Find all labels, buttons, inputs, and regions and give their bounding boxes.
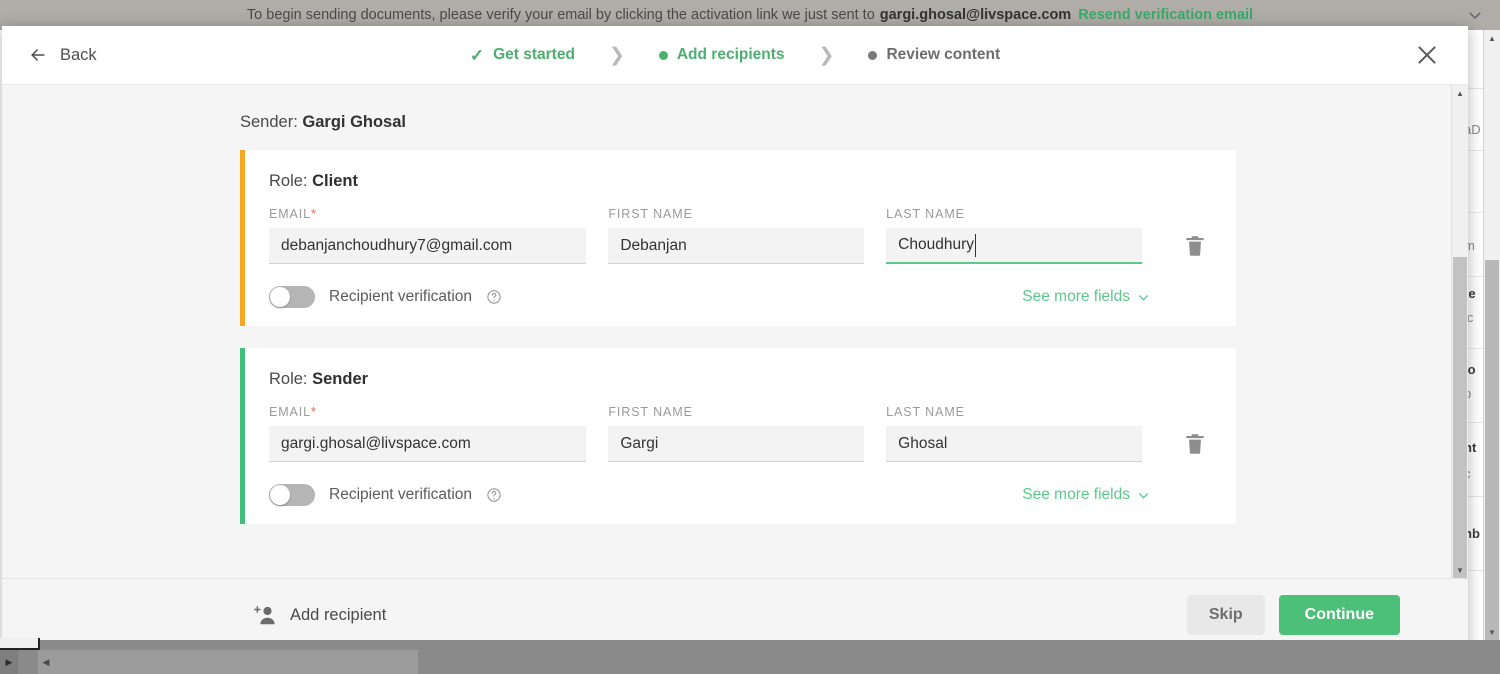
first-name-field-group: FIRST NAME [608, 207, 865, 264]
last-name-label: LAST NAME [886, 207, 965, 221]
role-prefix: Role: [269, 370, 308, 388]
modal-header: Back ✓ Get started ❯ Add recipients ❯ Re… [2, 26, 1468, 85]
required-asterisk: * [311, 405, 317, 419]
banner-text: To begin sending documents, please verif… [246, 7, 875, 23]
scrollbar-thumb[interactable] [1453, 257, 1467, 578]
banner-email: gargi.ghosal@livspace.com [879, 7, 1072, 23]
scroll-down-arrow-icon[interactable]: ▼ [1452, 562, 1468, 578]
chevron-down-icon[interactable] [1466, 6, 1484, 24]
email-field-group: EMAIL* [269, 405, 587, 462]
bottom-scrollbar-strip: ▶ ◀ [0, 638, 1500, 674]
email-input[interactable] [269, 426, 587, 462]
arrow-left-icon [28, 45, 48, 65]
scroll-up-arrow-icon[interactable]: ▲ [1484, 30, 1500, 46]
first-name-field-group: FIRST NAME [608, 405, 865, 462]
check-icon: ✓ [469, 45, 485, 65]
email-field-group: EMAIL* [269, 207, 587, 264]
close-icon[interactable] [1414, 42, 1440, 68]
role-line: Role: Sender [269, 370, 1208, 389]
step-progress: ✓ Get started ❯ Add recipients ❯ Review … [2, 26, 1468, 84]
required-asterisk: * [311, 207, 317, 221]
scrollbar-thumb[interactable] [1485, 260, 1499, 660]
see-more-label: See more fields [1022, 288, 1130, 305]
see-more-fields-link[interactable]: See more fields [1022, 486, 1150, 504]
skip-button[interactable]: Skip [1186, 595, 1265, 635]
recipient-fields-row: EMAIL* FIRST NAME LAST NAME [269, 207, 1208, 264]
add-recipient-label: Add recipient [290, 605, 387, 624]
step-label: Add recipients [676, 46, 785, 63]
sender-prefix: Sender: [240, 113, 298, 131]
modal-vertical-scrollbar[interactable]: ▲ ▼ [1451, 85, 1468, 578]
scroll-up-arrow-icon[interactable]: ▲ [1452, 85, 1468, 101]
recipient-card-client: Role: Client EMAIL* FIRST NAME [240, 150, 1236, 326]
email-label: EMAIL* [269, 405, 317, 419]
modal-body: Sender: Gargi Ghosal Role: Client EMAIL* [2, 85, 1468, 578]
back-button[interactable]: Back [28, 45, 97, 65]
resend-verification-link[interactable]: Resend verification email [1078, 7, 1253, 23]
chevron-down-icon [1137, 291, 1150, 304]
step-separator-icon: ❯ [608, 44, 625, 66]
last-name-input[interactable] [886, 228, 1142, 264]
sender-line: Sender: Gargi Ghosal [240, 113, 1452, 132]
help-circle-icon[interactable] [486, 289, 502, 305]
recipient-fields-row: EMAIL* FIRST NAME LAST NAME [269, 405, 1208, 462]
help-circle-icon[interactable] [486, 487, 502, 503]
recipient-verification-toggle[interactable] [269, 484, 315, 506]
step-label: Review content [886, 46, 1001, 63]
back-label: Back [60, 45, 97, 64]
step-dot-icon [868, 50, 878, 60]
recipient-verification-label: Recipient verification [329, 486, 473, 503]
last-name-input[interactable] [886, 426, 1142, 462]
step-label: Get started [493, 46, 575, 63]
last-name-label: LAST NAME [886, 405, 965, 419]
hscrollbar-thumb[interactable]: ◀ [38, 650, 418, 674]
step-add-recipients[interactable]: Add recipients [658, 46, 785, 64]
add-recipient-button[interactable]: Add recipient [252, 603, 386, 627]
first-name-label: FIRST NAME [608, 405, 693, 419]
email-label: EMAIL* [269, 207, 317, 221]
recipient-verification-row: Recipient verification [269, 286, 502, 308]
recipient-verification-label: Recipient verification [329, 288, 473, 305]
step-separator-icon: ❯ [818, 44, 835, 66]
chevron-down-icon [1137, 489, 1150, 502]
step-get-started[interactable]: ✓ Get started [470, 46, 575, 64]
toggle-knob [270, 485, 290, 505]
sender-name: Gargi Ghosal [302, 113, 406, 131]
role-value: Client [312, 172, 358, 190]
role-prefix: Role: [269, 172, 308, 190]
first-name-input[interactable] [608, 228, 865, 264]
trash-icon[interactable] [1182, 233, 1208, 259]
recipient-verification-toggle[interactable] [269, 286, 315, 308]
recipient-verification-row: Recipient verification [269, 484, 502, 506]
step-review-content[interactable]: Review content [868, 46, 1000, 64]
add-recipients-modal: Back ✓ Get started ❯ Add recipients ❯ Re… [2, 26, 1468, 651]
window-corner [0, 638, 40, 650]
see-more-fields-link[interactable]: See more fields [1022, 288, 1150, 306]
last-name-field-group: LAST NAME [886, 207, 1142, 264]
trash-icon[interactable] [1182, 431, 1208, 457]
scroll-right-arrow-icon[interactable]: ▶ [0, 650, 18, 674]
scroll-left-arrow-icon[interactable]: ◀ [38, 650, 54, 674]
toggle-knob [270, 287, 290, 307]
recipient-card-footer: Recipient verification See more fields [269, 286, 1208, 308]
recipient-card-footer: Recipient verification See more fields [269, 484, 1208, 506]
continue-button[interactable]: Continue [1278, 595, 1400, 635]
last-name-field-group: LAST NAME [886, 405, 1142, 462]
see-more-label: See more fields [1022, 486, 1130, 503]
scroll-down-arrow-icon[interactable]: ▼ [1484, 624, 1500, 640]
step-dot-icon [658, 50, 668, 60]
first-name-input[interactable] [608, 426, 865, 462]
page-horizontal-scrollbar[interactable]: ▶ ◀ [0, 650, 1500, 674]
role-value: Sender [312, 370, 369, 388]
page-vertical-scrollbar[interactable]: ▲ ▼ [1483, 30, 1500, 660]
first-name-label: FIRST NAME [608, 207, 693, 221]
recipient-card-sender: Role: Sender EMAIL* FIRST NAME [240, 348, 1236, 524]
role-line: Role: Client [269, 172, 1208, 191]
text-cursor [975, 234, 976, 257]
email-input[interactable] [269, 228, 587, 264]
add-person-icon [252, 603, 278, 627]
